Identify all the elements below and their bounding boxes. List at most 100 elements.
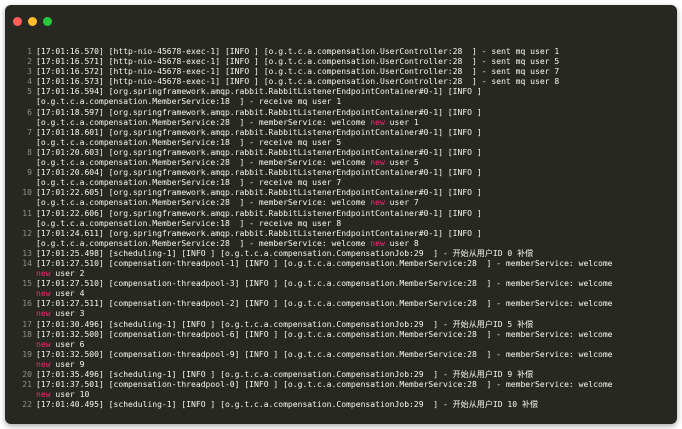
log-text: [o.g.t.c.a.compensation.MemberService:28…: [36, 117, 371, 127]
line-number: 11: [22, 208, 32, 218]
line-number: 3: [27, 67, 32, 77]
log-text: [17:01:32.500] [compensation-threadpool-…: [36, 329, 613, 339]
log-text: [17:01:16.572] [http-nio-45678-exec-1] […: [36, 67, 560, 77]
log-line-continuation: new user 3: [16, 309, 671, 319]
log-text: [17:01:27.510] [compensation-threadpool-…: [36, 258, 613, 268]
keyword-new: new: [36, 309, 51, 319]
log-text: user 1: [384, 117, 419, 127]
line-number: 21: [22, 380, 32, 390]
line-number: 8: [27, 147, 32, 157]
line-number: 5: [27, 87, 32, 97]
log-text: [o.g.t.c.a.compensation.MemberService:28…: [36, 158, 371, 168]
line-number: 22: [22, 400, 32, 410]
log-text: user 10: [50, 390, 90, 400]
log-line: 6 [17:01:18.597] [org.springframework.amq…: [16, 108, 671, 118]
log-text: [17:01:24.611] [org.springframework.amqp…: [36, 228, 482, 238]
log-line-continuation: [o.g.t.c.a.compensation.MemberService:28…: [16, 239, 671, 249]
log-text: user 7: [384, 198, 419, 208]
log-text: user 2: [50, 269, 85, 279]
log-text: [17:01:20.603] [org.springframework.amqp…: [36, 147, 482, 157]
log-text: [17:01:27.511] [compensation-threadpool-…: [36, 299, 613, 309]
log-line-continuation: [o.g.t.c.a.compensation.MemberService:28…: [16, 158, 671, 168]
keyword-new: new: [370, 198, 385, 208]
keyword-new: new: [36, 359, 51, 369]
log-text: [o.g.t.c.a.compensation.MemberService:18…: [36, 97, 342, 107]
log-text: [17:01:22.605] [org.springframework.amqp…: [36, 188, 482, 198]
line-number: 10: [22, 188, 32, 198]
line-number: 19: [22, 349, 32, 359]
log-text: user 4: [50, 289, 85, 299]
log-text: [17:01:32.500] [compensation-threadpool-…: [36, 349, 613, 359]
keyword-new: new: [370, 117, 385, 127]
minimize-button[interactable]: [28, 17, 37, 26]
log-text: [17:01:20.604] [org.springframework.amqp…: [36, 168, 482, 178]
log-line-continuation: new user 2: [16, 269, 671, 279]
line-number: 12: [22, 228, 32, 238]
log-text: [17:01:16.570] [http-nio-45678-exec-1] […: [36, 47, 560, 56]
log-text: [17:01:16.573] [http-nio-45678-exec-1] […: [36, 77, 560, 87]
log-text: [17:01:16.571] [http-nio-45678-exec-1] […: [36, 57, 560, 67]
log-text: user 9: [50, 359, 85, 369]
log-text: [o.g.t.c.a.compensation.MemberService:18…: [36, 218, 342, 228]
log-text: [17:01:30.496] [scheduling-1] [INFO ] [o…: [36, 319, 534, 329]
log-text: user 8: [384, 238, 419, 248]
log-line: 15 [17:01:27.510] [compensation-threadpoo…: [16, 279, 671, 289]
line-number: 16: [22, 299, 32, 309]
log-line-continuation: new user 9: [16, 360, 671, 370]
line-number: 2: [27, 57, 32, 67]
line-number: 4: [27, 77, 32, 87]
log-text: [17:01:25.498] [scheduling-1] [INFO ] [o…: [36, 248, 534, 258]
log-line-continuation: [o.g.t.c.a.compensation.MemberService:18…: [16, 178, 671, 188]
line-number: 9: [27, 168, 32, 178]
log-text: [17:01:18.597] [org.springframework.amqp…: [36, 107, 482, 117]
log-text: [17:01:40.495] [scheduling-1] [INFO ] [o…: [36, 400, 539, 410]
log-text: [o.g.t.c.a.compensation.MemberService:28…: [36, 198, 371, 208]
line-number: 17: [22, 319, 32, 329]
log-line-continuation: [o.g.t.c.a.compensation.MemberService:18…: [16, 219, 671, 229]
line-number: 14: [22, 258, 32, 268]
log-text: [17:01:18.601] [org.springframework.amqp…: [36, 127, 482, 137]
log-text: [17:01:35.496] [scheduling-1] [INFO ] [o…: [36, 370, 534, 379]
line-number: 18: [22, 329, 32, 339]
zoom-button[interactable]: [43, 17, 52, 26]
log-line: 5 [17:01:16.594] [org.springframework.amq…: [16, 87, 671, 97]
terminal-window: 1 [17:01:16.570] [http-nio-45678-exec-1] …: [5, 5, 677, 424]
line-number: 7: [27, 127, 32, 137]
keyword-new: new: [36, 269, 51, 279]
log-line: 2 [17:01:16.571] [http-nio-45678-exec-1] …: [16, 57, 671, 67]
log-line: 18 [17:01:32.500] [compensation-threadpoo…: [16, 330, 671, 340]
line-number: 15: [22, 279, 32, 289]
log-line-continuation: new user 4: [16, 289, 671, 299]
log-text: user 5: [384, 158, 419, 168]
keyword-new: new: [36, 339, 51, 349]
log-line: 13 [17:01:25.498] [scheduling-1] [INFO ] …: [16, 249, 671, 259]
log-line-continuation: new user 6: [16, 340, 671, 350]
log-line: 4 [17:01:16.573] [http-nio-45678-exec-1] …: [16, 77, 671, 87]
log-text: [17:01:27.510] [compensation-threadpool-…: [36, 279, 613, 289]
log-line: 14 [17:01:27.510] [compensation-threadpoo…: [16, 259, 671, 269]
line-number: 20: [22, 370, 32, 379]
log-text: [17:01:37.501] [compensation-threadpool-…: [36, 380, 613, 390]
line-number: 6: [27, 107, 32, 117]
log-line: 21 [17:01:37.501] [compensation-threadpoo…: [16, 380, 671, 390]
log-line-continuation: [o.g.t.c.a.compensation.MemberService:28…: [16, 198, 671, 208]
keyword-new: new: [370, 238, 385, 248]
log-output: 1 [17:01:16.570] [http-nio-45678-exec-1] …: [16, 47, 671, 410]
log-text: [o.g.t.c.a.compensation.MemberService:18…: [36, 178, 342, 188]
log-line: 9 [17:01:20.604] [org.springframework.amq…: [16, 168, 671, 178]
log-text: user 3: [50, 309, 85, 319]
log-line: 20 [17:01:35.496] [scheduling-1] [INFO ] …: [16, 370, 671, 380]
log-line: 22 [17:01:40.495] [scheduling-1] [INFO ] …: [16, 400, 671, 410]
log-text: [17:01:22.606] [org.springframework.amqp…: [36, 208, 482, 218]
log-line-continuation: [o.g.t.c.a.compensation.MemberService:28…: [16, 118, 671, 128]
line-number: 13: [22, 248, 32, 258]
log-line: 8 [17:01:20.603] [org.springframework.amq…: [16, 148, 671, 158]
log-line: 11 [17:01:22.606] [org.springframework.am…: [16, 209, 671, 219]
line-number: 1: [27, 47, 32, 56]
log-text: [o.g.t.c.a.compensation.MemberService:28…: [36, 238, 371, 248]
close-button[interactable]: [13, 17, 22, 26]
log-line-continuation: [o.g.t.c.a.compensation.MemberService:18…: [16, 138, 671, 148]
window-controls: [13, 17, 52, 26]
log-line: 1 [17:01:16.570] [http-nio-45678-exec-1] …: [16, 47, 671, 57]
log-line: 7 [17:01:18.601] [org.springframework.amq…: [16, 128, 671, 138]
